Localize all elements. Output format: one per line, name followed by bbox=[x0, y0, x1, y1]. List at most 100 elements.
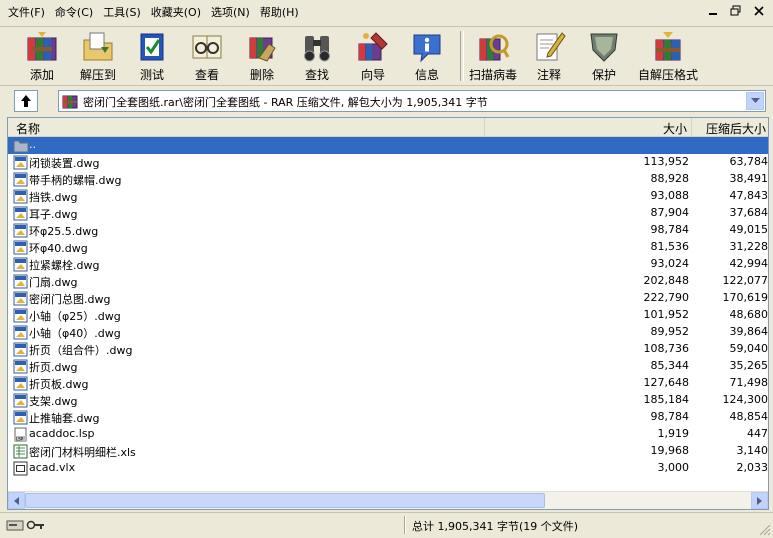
dwg-file-icon bbox=[13, 274, 28, 289]
file-size: 3,000 bbox=[657, 461, 690, 474]
address-combobox[interactable]: 密闭门全套图纸.rar\密闭门全套图纸 - RAR 压缩文件, 解包大小为 1,… bbox=[58, 90, 766, 112]
menu-bar: 文件(F) 命令(C) 工具(S) 收藏夹(O) 选项(N) 帮助(H) bbox=[0, 0, 773, 27]
dwg-file-icon bbox=[13, 308, 28, 323]
file-row[interactable]: 拉紧螺栓.dwg 93,024 42,994 bbox=[8, 256, 768, 273]
column-packed[interactable]: 压缩后大小 bbox=[692, 118, 768, 136]
file-size: 89,952 bbox=[650, 325, 690, 338]
scroll-right-icon[interactable] bbox=[751, 492, 768, 509]
file-row[interactable]: 闭锁装置.dwg 113,952 63,784 bbox=[8, 154, 768, 171]
file-name: 折页板.dwg bbox=[29, 378, 89, 391]
file-row[interactable]: 环φ25.5.dwg 98,784 49,015 bbox=[8, 222, 768, 239]
file-size: 185,184 bbox=[643, 393, 690, 406]
file-name: 折页（组合件）.dwg bbox=[29, 344, 133, 357]
file-packed-size: 38,491 bbox=[729, 172, 769, 185]
file-row[interactable]: 折页（组合件）.dwg 108,736 59,040 bbox=[8, 341, 768, 358]
dwg-file-icon bbox=[13, 223, 28, 238]
sfx-box-icon bbox=[655, 32, 681, 61]
file-size: 222,790 bbox=[643, 291, 690, 304]
file-name: 环φ40.dwg bbox=[29, 242, 88, 255]
horizontal-scrollbar[interactable] bbox=[8, 491, 768, 509]
file-packed-size: 31,228 bbox=[729, 240, 769, 253]
dwg-file-icon bbox=[13, 410, 28, 425]
file-row[interactable]: 支架.dwg 185,184 124,300 bbox=[8, 392, 768, 409]
file-name: 环φ25.5.dwg bbox=[29, 225, 99, 238]
file-packed-size: 48,680 bbox=[729, 308, 769, 321]
scroll-thumb[interactable] bbox=[25, 493, 545, 508]
resize-grip-icon[interactable] bbox=[759, 524, 771, 536]
sfx-button[interactable]: 自解压格式 bbox=[638, 27, 698, 85]
file-packed-size: 124,300 bbox=[722, 393, 769, 406]
file-packed-size: 42,994 bbox=[729, 257, 769, 270]
scroll-left-icon[interactable] bbox=[8, 492, 25, 509]
file-row[interactable]: 挡铁.dwg 93,088 47,843 bbox=[8, 188, 768, 205]
svg-text:LSP: LSP bbox=[16, 437, 24, 442]
menu-tools[interactable]: 工具(S) bbox=[98, 0, 146, 26]
file-packed-size: 49,015 bbox=[729, 223, 769, 236]
column-size-label: 大小 bbox=[662, 122, 687, 136]
file-packed-size: 35,265 bbox=[729, 359, 769, 372]
file-packed-size: 48,854 bbox=[729, 410, 769, 423]
info-button[interactable]: 信息 bbox=[398, 27, 456, 85]
file-packed-size: 170,619 bbox=[722, 291, 769, 304]
file-packed-size: 3,140 bbox=[736, 444, 769, 457]
file-size: 108,736 bbox=[643, 342, 690, 355]
column-name[interactable]: 名称 bbox=[8, 118, 485, 136]
file-packed-size: 122,077 bbox=[722, 274, 769, 287]
shield-icon bbox=[590, 33, 618, 62]
file-row[interactable]: 密闭门材料明细栏.xls 19,968 3,140 bbox=[8, 443, 768, 460]
file-size: 1,919 bbox=[657, 427, 690, 440]
info-icon bbox=[413, 34, 441, 63]
file-packed-size: 2,033 bbox=[736, 461, 769, 474]
file-name: acad.vlx bbox=[29, 461, 76, 474]
file-size: 87,904 bbox=[650, 206, 690, 219]
file-row[interactable]: 密闭门总图.dwg 222,790 170,619 bbox=[8, 290, 768, 307]
restore-icon[interactable] bbox=[729, 4, 742, 17]
address-path: 密闭门全套图纸.rar\密闭门全套图纸 - RAR 压缩文件, 解包大小为 1,… bbox=[83, 96, 488, 109]
column-size[interactable]: 大小 bbox=[485, 118, 692, 136]
file-name: 小轴（φ40）.dwg bbox=[29, 327, 121, 340]
rar-archive-icon bbox=[62, 95, 78, 109]
file-row[interactable]: 带手柄的螺帽.dwg 88,928 38,491 bbox=[8, 171, 768, 188]
file-row[interactable]: 小轴（φ25）.dwg 101,952 48,680 bbox=[8, 307, 768, 324]
menu-file[interactable]: 文件(F) bbox=[0, 0, 50, 26]
file-name: 密闭门总图.dwg bbox=[29, 293, 111, 306]
up-folder-button[interactable] bbox=[14, 90, 38, 112]
close-icon[interactable] bbox=[752, 4, 765, 17]
file-row[interactable]: 环φ40.dwg 81,536 31,228 bbox=[8, 239, 768, 256]
lsp-file-icon: LSP bbox=[14, 427, 27, 442]
file-row[interactable]: acad.vlx 3,000 2,033 bbox=[8, 460, 768, 477]
file-row[interactable]: 折页.dwg 85,344 35,265 bbox=[8, 358, 768, 375]
column-packed-label: 压缩后大小 bbox=[705, 122, 766, 136]
file-size: 98,784 bbox=[650, 410, 690, 423]
file-row[interactable]: 耳子.dwg 87,904 37,684 bbox=[8, 205, 768, 222]
file-row[interactable]: 止推轴套.dwg 98,784 48,854 bbox=[8, 409, 768, 426]
protect-button[interactable]: 保护 bbox=[575, 27, 633, 85]
dwg-file-icon bbox=[13, 257, 28, 272]
column-header: 名称 大小 压缩后大小 bbox=[8, 118, 768, 137]
chevron-down-icon[interactable] bbox=[746, 92, 764, 110]
toolbar: 添加 解压到 测试 查看 删除 查找 向导 信息 扫描病毒 注释 保护 自解压格… bbox=[0, 27, 773, 86]
file-row[interactable]: .. bbox=[8, 137, 768, 154]
menu-commands[interactable]: 命令(C) bbox=[50, 0, 98, 26]
column-name-label: 名称 bbox=[16, 122, 41, 136]
test-check-icon bbox=[140, 33, 164, 61]
file-row[interactable]: 门扇.dwg 202,848 122,077 bbox=[8, 273, 768, 290]
dwg-file-icon bbox=[13, 359, 28, 374]
file-row[interactable]: 小轴（φ40）.dwg 89,952 39,864 bbox=[8, 324, 768, 341]
file-size: 88,928 bbox=[650, 172, 690, 185]
minimize-icon[interactable] bbox=[706, 4, 719, 17]
file-packed-size: 63,784 bbox=[729, 155, 769, 168]
file-row[interactable]: LSP acaddoc.lsp 1,919 447 bbox=[8, 426, 768, 443]
menu-help[interactable]: 帮助(H) bbox=[255, 0, 304, 26]
file-row[interactable]: 折页板.dwg 127,648 71,498 bbox=[8, 375, 768, 392]
dwg-file-icon bbox=[13, 325, 28, 340]
menu-favorites[interactable]: 收藏夹(O) bbox=[146, 0, 206, 26]
file-packed-size: 37,684 bbox=[729, 206, 769, 219]
wizard-icon bbox=[358, 32, 388, 61]
status-bar: 总计 1,905,341 字节(19 个文件) bbox=[0, 512, 773, 538]
file-name: 门扇.dwg bbox=[29, 276, 78, 289]
menu-options[interactable]: 选项(N) bbox=[206, 0, 255, 26]
dwg-file-icon bbox=[13, 393, 28, 408]
dwg-file-icon bbox=[13, 240, 28, 255]
add-books-icon bbox=[27, 32, 57, 61]
